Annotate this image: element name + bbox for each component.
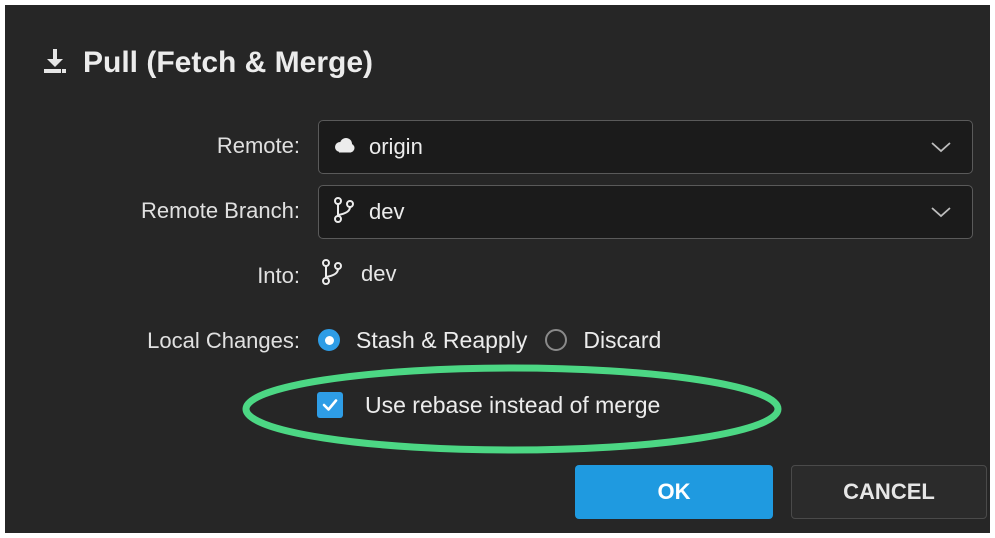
remote-branch-label: Remote Branch: [141, 198, 300, 223]
remote-branch-select[interactable]: dev [318, 185, 973, 239]
local-changes-label: Local Changes: [147, 328, 300, 353]
ok-button[interactable]: OK [575, 465, 773, 519]
rebase-option: Use rebase instead of merge [317, 387, 660, 423]
remote-select[interactable]: origin [318, 120, 973, 174]
remote-branch-select-value: dev [369, 199, 405, 224]
chevron-down-icon [930, 137, 952, 162]
branch-icon [333, 196, 355, 229]
dialog-title: Pull (Fetch & Merge) [39, 41, 373, 85]
stash-reapply-label[interactable]: Stash & Reapply [356, 327, 527, 354]
checkmark-icon [322, 399, 338, 411]
remote-label: Remote: [216, 133, 300, 158]
remote-select-value: origin [369, 134, 423, 159]
into-label: Into: [257, 263, 300, 288]
rebase-checkbox[interactable] [317, 392, 343, 418]
into-branch-value: dev [361, 261, 397, 286]
chevron-down-icon [930, 202, 952, 227]
cloud-icon [333, 137, 355, 158]
discard-label[interactable]: Discard [583, 327, 661, 354]
into-branch: dev [321, 257, 396, 291]
pull-dialog: Pull (Fetch & Merge) Remote: origin Remo… [5, 5, 990, 533]
download-icon [39, 45, 71, 82]
stash-reapply-radio[interactable] [318, 329, 340, 351]
local-changes-options: Stash & Reapply Discard [318, 322, 679, 358]
rebase-checkbox-label[interactable]: Use rebase instead of merge [365, 392, 660, 419]
dialog-title-text: Pull (Fetch & Merge) [83, 46, 374, 79]
branch-icon [321, 258, 343, 291]
cancel-button[interactable]: CANCEL [791, 465, 987, 519]
discard-radio[interactable] [545, 329, 568, 351]
